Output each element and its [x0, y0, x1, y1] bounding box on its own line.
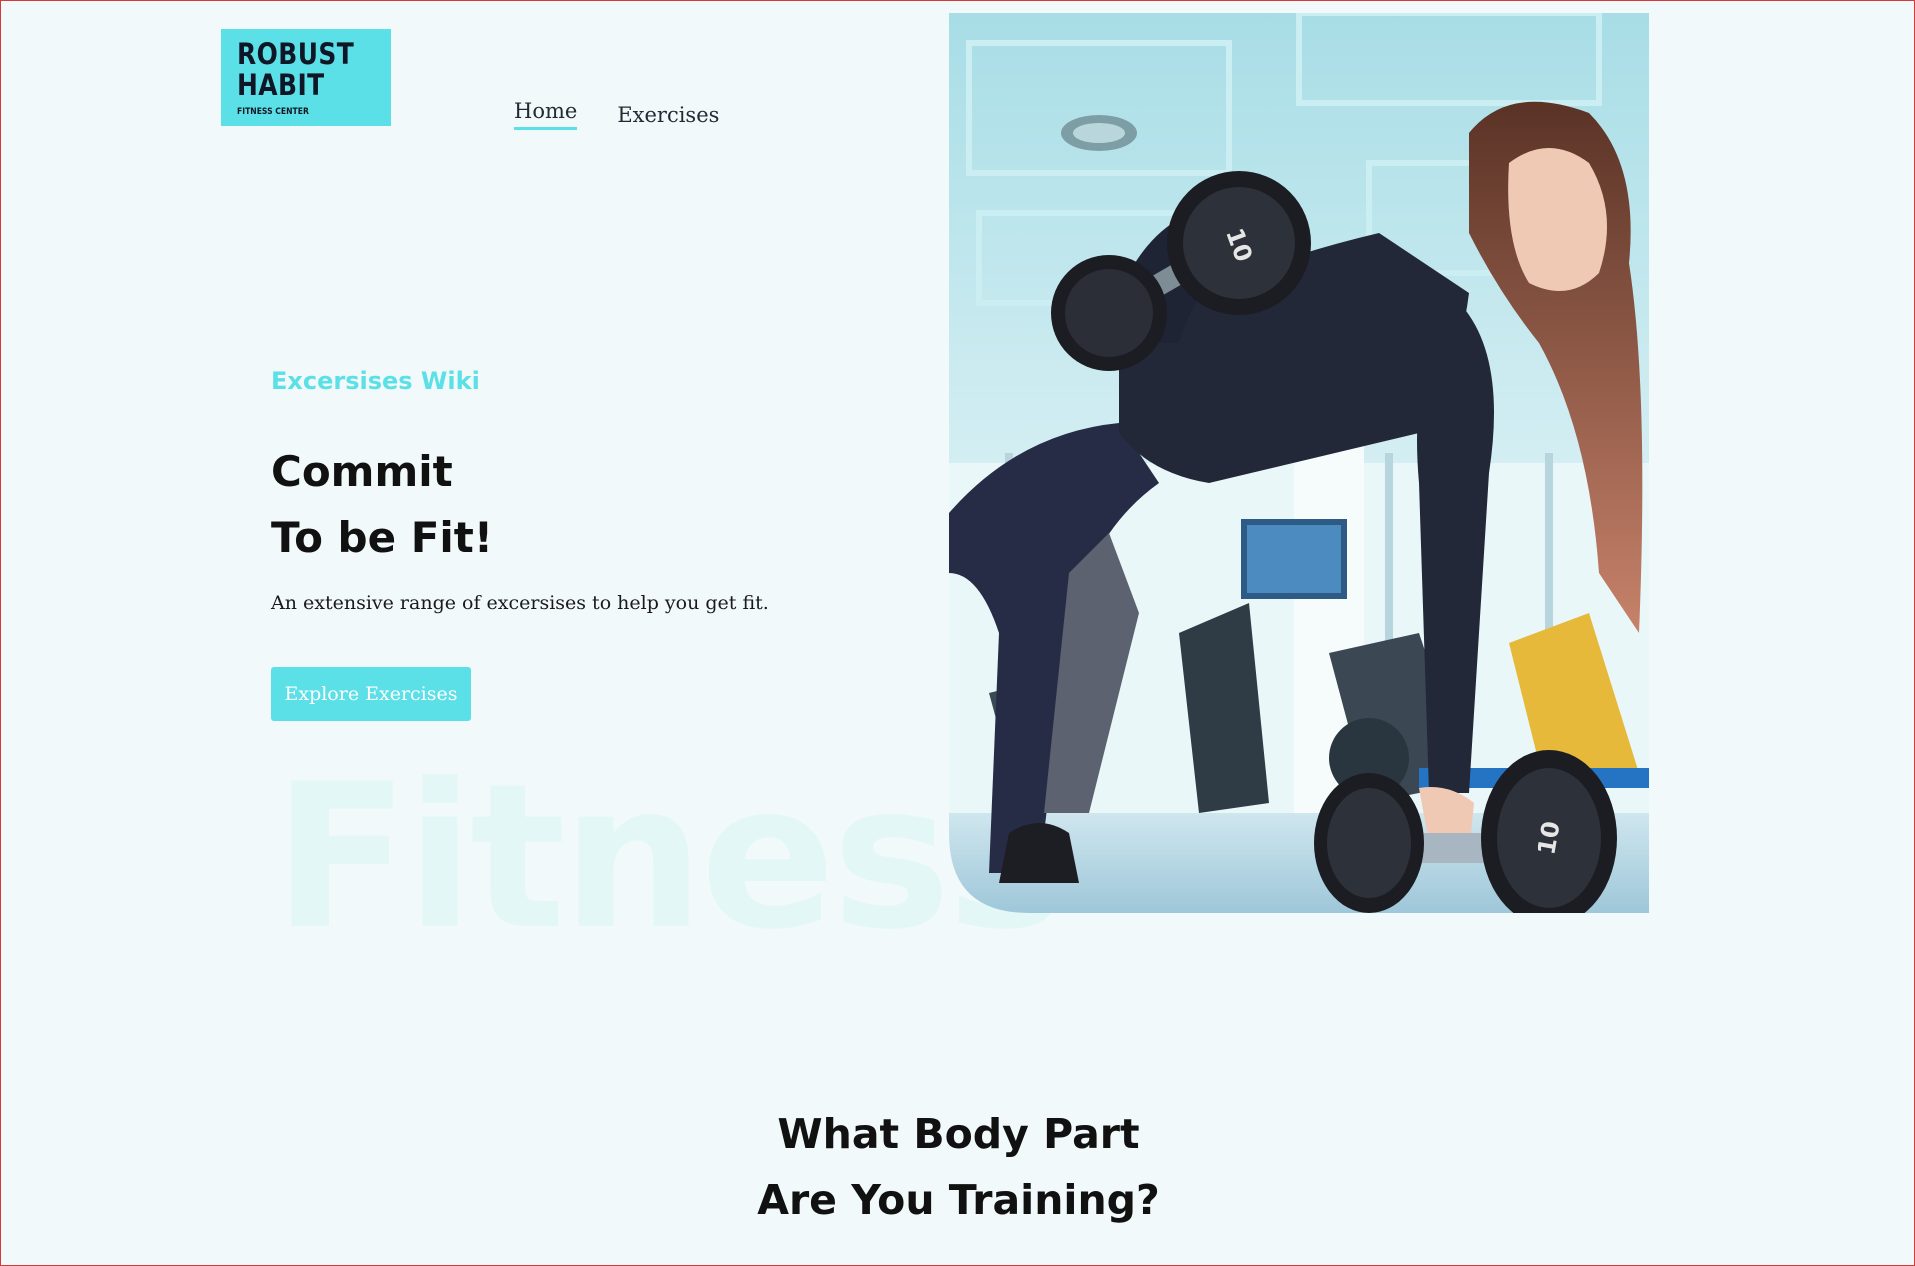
hero-title: Commit To be Fit! — [271, 439, 493, 571]
logo-line-1: ROBUST — [237, 37, 355, 71]
background-watermark-word: Fitness — [273, 741, 1066, 974]
hero-description: An extensive range of excersises to help… — [271, 592, 769, 614]
main-nav: Home Exercises — [514, 99, 719, 130]
section-title: What Body Part Are You Training? — [1, 1101, 1915, 1233]
explore-exercises-button[interactable]: Explore Exercises — [271, 667, 471, 721]
hero-title-line-1: Commit — [271, 447, 453, 496]
section-title-line-1: What Body Part — [777, 1110, 1140, 1158]
nav-link-home[interactable]: Home — [514, 99, 578, 130]
logo-line-2: HABIT — [237, 68, 325, 102]
nav-link-exercises[interactable]: Exercises — [617, 103, 719, 130]
logo-subtitle: FITNESS CENTER — [237, 107, 309, 117]
hero-image: 10 10 — [949, 13, 1649, 913]
section-title-line-2: Are You Training? — [757, 1176, 1160, 1224]
dumbbell-lower-label: 10 — [1532, 819, 1565, 857]
hero-title-line-2: To be Fit! — [271, 513, 494, 562]
hero-eyebrow: Excersises Wiki — [271, 367, 480, 395]
logo[interactable]: ROBUST HABIT FITNESS CENTER — [221, 29, 391, 126]
